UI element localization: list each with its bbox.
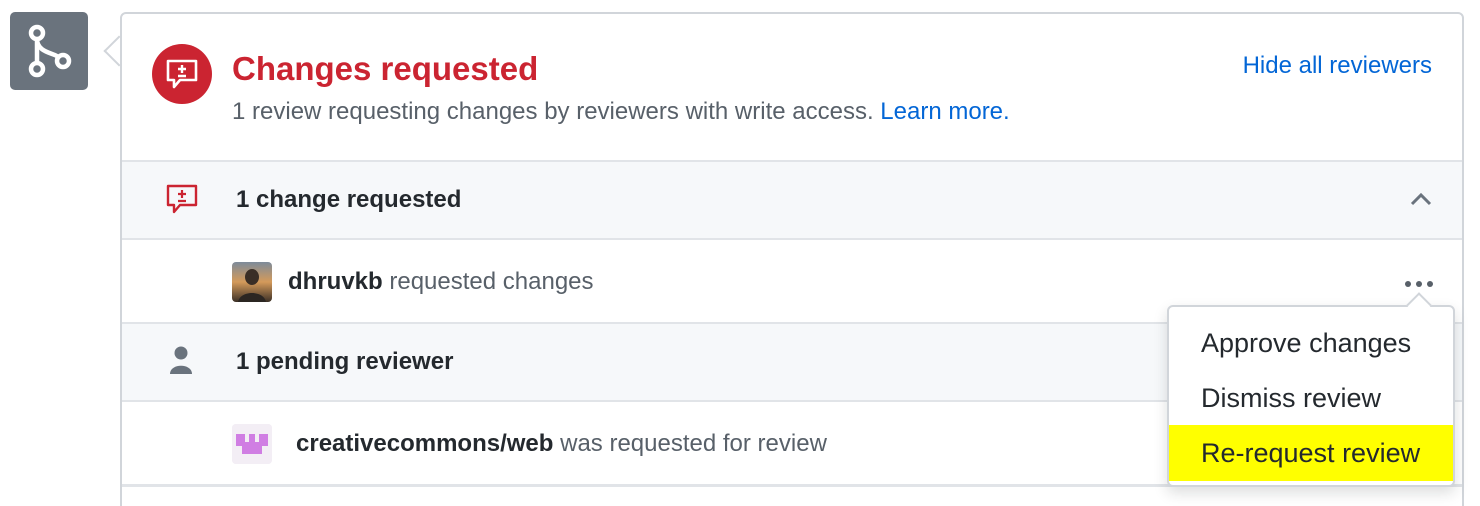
menu-item-dismiss-review[interactable]: Dismiss review xyxy=(1169,370,1453,426)
reviewer-name[interactable]: dhruvkb xyxy=(288,268,383,295)
reviewer-text: creativecommons/web was requested for re… xyxy=(296,430,827,458)
learn-more-link[interactable]: Learn more. xyxy=(880,98,1009,125)
person-icon xyxy=(168,344,194,376)
section-title: 1 change requested xyxy=(236,186,462,213)
reviewer-action: requested changes xyxy=(389,268,594,295)
hide-reviewers-link[interactable]: Hide all reviewers xyxy=(1243,52,1432,80)
avatar xyxy=(232,262,272,302)
menu-item-re-request-review[interactable]: Re-request review xyxy=(1169,425,1453,481)
status-title: Changes requested xyxy=(232,50,539,87)
request-changes-icon xyxy=(152,44,212,104)
section-title: 1 pending reviewer xyxy=(236,348,454,375)
reviewer-name[interactable]: creativecommons/web xyxy=(296,430,553,457)
panel-footer xyxy=(122,484,1462,506)
changes-requested-section[interactable]: 1 change requested xyxy=(122,160,1462,238)
chevron-up-icon[interactable] xyxy=(1410,192,1432,211)
status-header: Changes requested 1 review requesting ch… xyxy=(122,14,1462,160)
reviewer-action: was requested for review xyxy=(560,430,827,457)
request-changes-icon xyxy=(164,182,200,216)
kebab-horizontal-icon[interactable] xyxy=(1404,268,1434,294)
reviewer-text: dhruvkb requested changes xyxy=(288,268,594,296)
git-merge-icon xyxy=(10,12,88,90)
status-description: 1 review requesting changes by reviewers… xyxy=(232,98,1010,126)
status-description-text: 1 review requesting changes by reviewers… xyxy=(232,98,874,125)
menu-item-approve-changes[interactable]: Approve changes xyxy=(1169,315,1453,371)
review-actions-menu: Approve changes Dismiss review Re-reques… xyxy=(1167,305,1455,487)
team-avatar xyxy=(232,424,272,464)
